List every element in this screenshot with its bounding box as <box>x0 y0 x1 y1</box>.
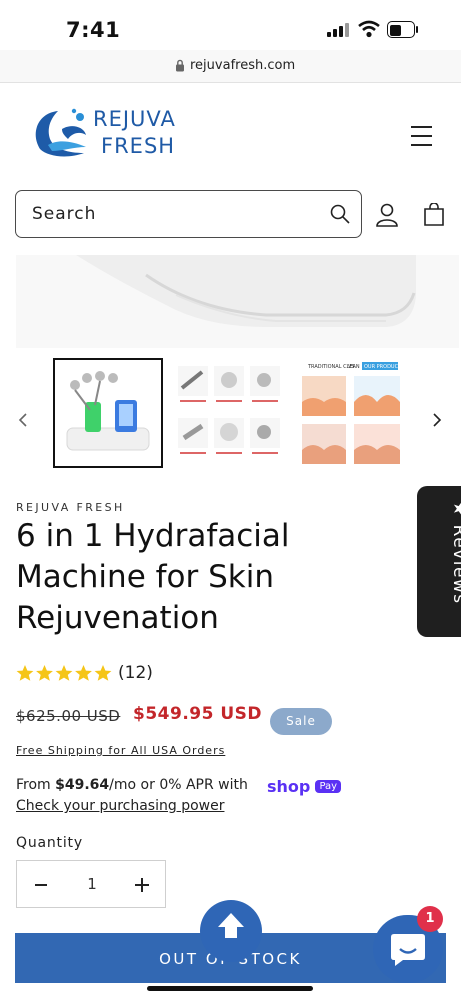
installment-text: From $49.64/mo or 0% APR with <box>16 777 248 793</box>
brand-logo-text[interactable]: REJUVA FRESH <box>93 106 176 160</box>
shoppay-logo: shop Pay <box>267 776 342 796</box>
search-icon[interactable] <box>330 204 350 224</box>
check-purchasing-power-link[interactable]: Check your purchasing power <box>16 798 224 814</box>
cellular-signal-icon <box>327 23 349 37</box>
machine-thumbnail-image <box>66 371 150 451</box>
comparison-thumbnail-image: TRADITIONAL CLEAN VS OUR PRODUCT <box>302 362 402 464</box>
cart-icon[interactable] <box>423 203 445 227</box>
browser-url-bar[interactable]: rejuvafresh.com <box>0 50 461 83</box>
account-icon[interactable] <box>376 203 398 227</box>
reviews-label-text: Reviews <box>449 524 461 605</box>
thumbnail-2[interactable] <box>174 358 284 468</box>
machine-image-illustration <box>16 255 459 348</box>
status-time: 7:41 <box>66 18 121 42</box>
logo-line-1: REJUVA <box>93 107 176 131</box>
star-rating-icon <box>16 665 112 681</box>
lock-icon <box>176 59 184 72</box>
quantity-stepper[interactable]: 1 <box>16 860 166 908</box>
installment-suffix: /mo or 0% APR with <box>109 777 248 793</box>
handpieces-thumbnail-image <box>178 366 280 454</box>
star-icon: ★ <box>449 501 461 525</box>
brand-logo-icon[interactable] <box>28 107 90 159</box>
shoppay-text: shop <box>267 777 311 796</box>
product-main-image[interactable] <box>16 255 459 348</box>
chat-notification-badge: 1 <box>417 906 443 932</box>
reviews-tab-label: ★ Reviews <box>449 501 461 605</box>
compare-vs-label: VS <box>348 364 355 370</box>
carousel-prev-icon[interactable] <box>18 413 28 427</box>
scroll-to-top-button[interactable] <box>200 900 262 962</box>
search-input[interactable]: Search <box>15 190 362 238</box>
thumbnail-3[interactable]: TRADITIONAL CLEAN VS OUR PRODUCT <box>296 358 406 468</box>
home-indicator <box>147 986 313 991</box>
compare-right-label: OUR PRODUCT <box>364 364 402 370</box>
rating-count[interactable]: (12) <box>118 663 153 683</box>
carousel-next-icon[interactable] <box>432 413 442 427</box>
quantity-increase-button[interactable] <box>135 878 149 892</box>
quantity-label: Quantity <box>16 835 83 851</box>
shoppay-pay-badge: Pay <box>315 780 342 793</box>
thumbnail-1[interactable] <box>53 358 163 468</box>
installment-amount: $49.64 <box>55 777 110 793</box>
logo-line-2: FRESH <box>101 134 176 158</box>
battery-icon <box>387 21 418 38</box>
shipping-note-link[interactable]: Free Shipping for All USA Orders <box>16 744 225 757</box>
rating-stars[interactable] <box>16 664 112 684</box>
sale-badge: Sale <box>270 708 332 735</box>
price-regular: $625.00 USD <box>16 707 121 725</box>
reviews-tab[interactable]: ★ Reviews <box>417 486 461 637</box>
installment-prefix: From <box>16 777 56 793</box>
arrow-up-icon <box>218 913 244 938</box>
hamburger-menu-icon[interactable] <box>411 125 432 147</box>
search-label: Search <box>32 204 97 224</box>
chat-icon <box>391 934 425 966</box>
url-text: rejuvafresh.com <box>190 58 296 73</box>
product-vendor: REJUVA FRESH <box>16 501 125 514</box>
product-title: 6 in 1 Hydrafacial Machine for Skin Reju… <box>16 518 290 636</box>
price-sale: $549.95 USD <box>133 704 263 724</box>
wifi-icon <box>358 20 380 38</box>
